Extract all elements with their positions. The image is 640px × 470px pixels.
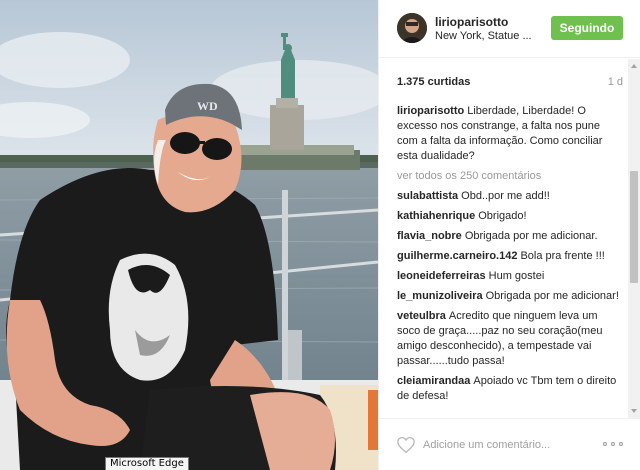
post-photo-image: WD xyxy=(0,0,378,470)
post-photo[interactable]: WD Microsoft Edge xyxy=(0,0,378,470)
likes-row: 1.375 curtidas 1 d xyxy=(397,76,623,90)
post-header: lirioparisotto New York, Statue ... Segu… xyxy=(379,0,640,58)
likes-count[interactable]: 1.375 curtidas xyxy=(397,76,470,88)
comment-item: guilherme.carneiro.142 Bola pra frente !!… xyxy=(397,249,623,264)
scroll-down-arrow-icon[interactable] xyxy=(628,404,640,418)
comment-text: Obrigada por me adicionar. xyxy=(464,230,598,242)
location-link[interactable]: New York, Statue ... xyxy=(435,30,532,42)
svg-text:WD: WD xyxy=(197,99,218,113)
username[interactable]: lirioparisotto xyxy=(435,15,508,29)
comment-item: veteulbra Acredito que ninguem leva um so… xyxy=(397,309,623,369)
comment-item: leoneideferreiras Hum gostei xyxy=(397,269,623,284)
comment-text: Obrigada por me adicionar! xyxy=(485,290,619,302)
comment-text: Obrigado! xyxy=(478,210,527,222)
comments-scrollbar[interactable] xyxy=(628,59,640,418)
add-comment-input[interactable] xyxy=(423,435,593,455)
browser-tooltip: Microsoft Edge xyxy=(105,457,189,470)
comment-text: Bola pra frente !!! xyxy=(520,250,605,262)
comment-author[interactable]: veteulbra xyxy=(397,310,446,322)
comments-list[interactable]: lirioparisotto Liberdade, Liberdade! O ex… xyxy=(397,104,623,416)
comment-author[interactable]: guilherme.carneiro.142 xyxy=(397,250,517,262)
following-button[interactable]: Seguindo xyxy=(551,16,623,40)
avatar[interactable] xyxy=(397,13,427,43)
comment-item: kathiahenrique Obrigado! xyxy=(397,209,623,224)
comment-text: Hum gostei xyxy=(488,270,545,282)
comment-text: Obd..por me add!! xyxy=(461,190,550,202)
post-sidebar: lirioparisotto New York, Statue ... Segu… xyxy=(378,0,640,470)
comment-author[interactable]: sulabattista xyxy=(397,190,458,202)
comment-author[interactable]: kathiahenrique xyxy=(397,210,475,222)
comment-item: cleiamirandaa Apoiado vc Tbm tem o direit… xyxy=(397,374,623,404)
caption-author[interactable]: lirioparisotto xyxy=(397,105,464,117)
post-footer xyxy=(379,418,640,470)
more-options-icon[interactable] xyxy=(603,442,625,448)
view-all-comments-link[interactable]: ver todos os 250 comentários xyxy=(397,169,623,184)
post-time[interactable]: 1 d xyxy=(608,76,623,88)
avatar-image xyxy=(397,13,427,43)
comment-author[interactable]: leoneideferreiras xyxy=(397,270,486,282)
comment-item: flavia_nobre Obrigada por me adicionar. xyxy=(397,229,623,244)
comment-author[interactable]: flavia_nobre xyxy=(397,230,462,242)
comment-author[interactable]: le_munizoliveira xyxy=(397,290,483,302)
comment-author[interactable]: cleiamirandaa xyxy=(397,375,470,387)
scroll-up-arrow-icon[interactable] xyxy=(628,59,640,73)
scroll-thumb[interactable] xyxy=(630,171,638,283)
caption: lirioparisotto Liberdade, Liberdade! O ex… xyxy=(397,104,623,164)
comment-item: sulabattista Obd..por me add!! xyxy=(397,189,623,204)
comment-item: le_munizoliveira Obrigada por me adiciona… xyxy=(397,289,623,304)
heart-icon[interactable] xyxy=(396,436,416,454)
